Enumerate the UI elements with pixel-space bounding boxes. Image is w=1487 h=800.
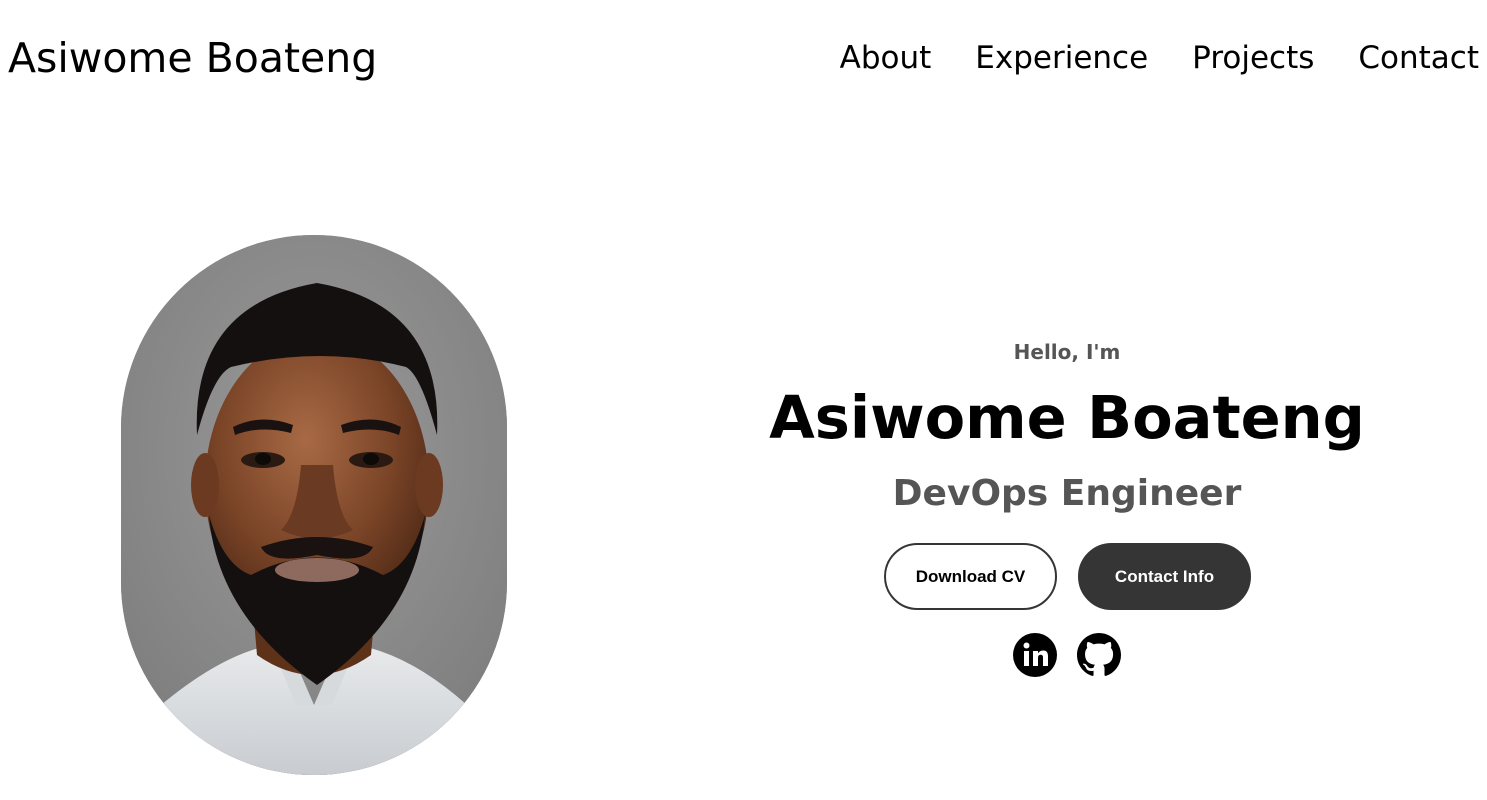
nav-link-about[interactable]: About: [840, 40, 932, 76]
nav-link-experience[interactable]: Experience: [975, 40, 1148, 76]
nav-item-about: About: [840, 36, 932, 80]
navbar: Asiwome Boateng About Experience Project…: [0, 0, 1487, 116]
nav-item-projects: Projects: [1192, 36, 1314, 80]
hero-greeting: Hello, I'm: [1013, 340, 1121, 364]
contact-info-button[interactable]: Contact Info: [1078, 543, 1251, 610]
hero-name: Asiwome Boateng: [769, 383, 1365, 452]
nav-links: About Experience Projects Contact: [840, 36, 1479, 80]
nav-link-projects[interactable]: Projects: [1192, 40, 1314, 76]
download-cv-button[interactable]: Download CV: [884, 543, 1057, 610]
hero-role: DevOps Engineer: [892, 473, 1242, 514]
linkedin-icon[interactable]: [1013, 633, 1057, 677]
nav-item-experience: Experience: [975, 36, 1148, 80]
nav-item-contact: Contact: [1358, 36, 1479, 80]
nav-link-contact[interactable]: Contact: [1358, 40, 1479, 76]
site-logo[interactable]: Asiwome Boateng: [8, 30, 377, 86]
profile-picture: [121, 235, 507, 775]
github-icon[interactable]: [1077, 633, 1121, 677]
